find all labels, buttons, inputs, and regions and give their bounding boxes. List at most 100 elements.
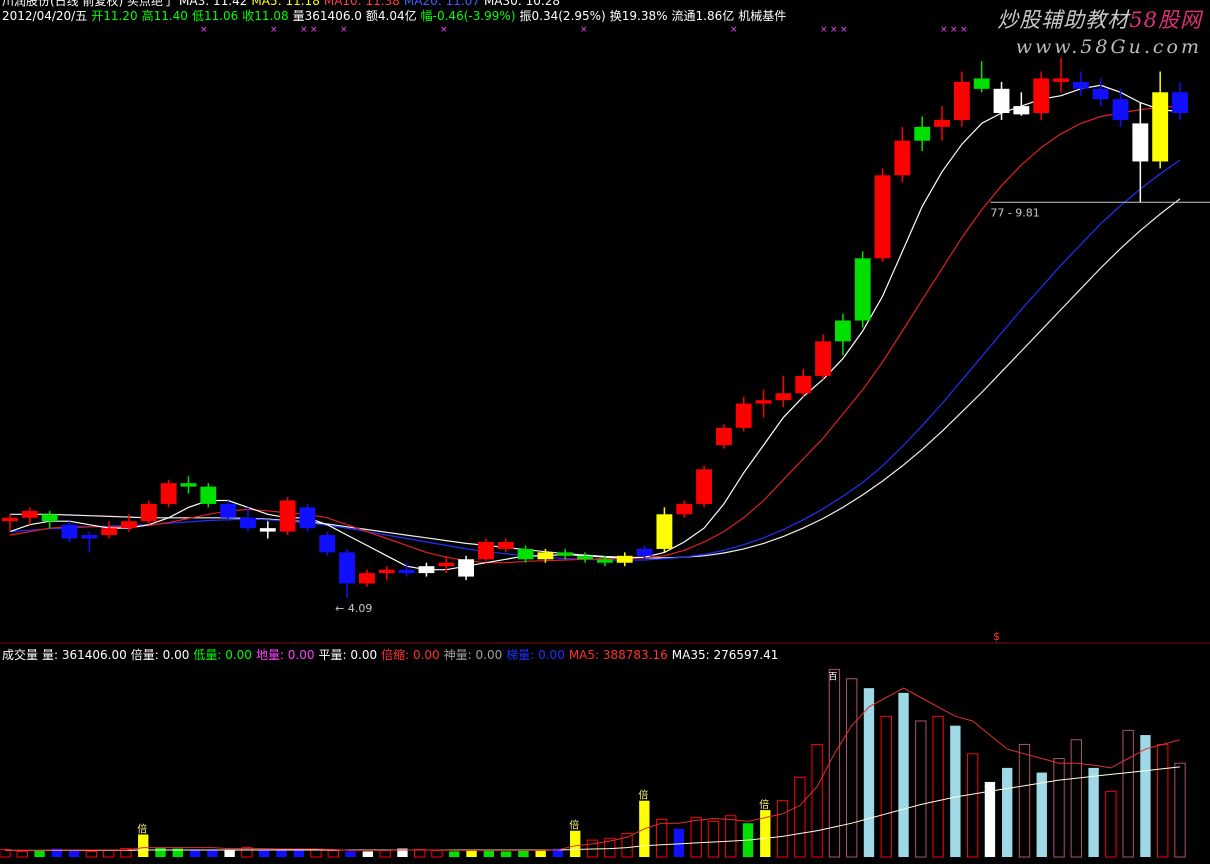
candle-body [616, 555, 633, 563]
quote-field-10: 流通1.86亿 [671, 9, 735, 23]
candle-body [81, 535, 98, 539]
candle-body [438, 562, 455, 567]
ma5-line [9, 84, 1181, 571]
signal-mark: × [940, 25, 948, 35]
volume-field-10: MA35: 276597.41 [671, 648, 779, 662]
candle-body [458, 559, 475, 577]
volume-field-3: 低量: 0.00 [193, 648, 252, 662]
volume-bar [310, 848, 322, 858]
candle-body [1053, 78, 1069, 82]
candle-body [41, 514, 58, 522]
volume-indicator-header: 成交量 量: 361406.00 倍量: 0.00 低量: 0.00 地量: 0.00 平… [2, 646, 782, 663]
candle-body [854, 258, 871, 321]
candle-body [755, 400, 772, 404]
quote-field-3: 低11.06 [191, 9, 239, 23]
signal-mark: × [580, 25, 588, 35]
volume-bar [483, 850, 495, 857]
ma-label-0: 川润股份(日线 前复权) 买点绝了 [2, 0, 175, 8]
ma30-line [10, 198, 1181, 559]
signal-mark: × [270, 25, 278, 35]
candle-body [220, 503, 237, 518]
watermark-url: www.58Gu.com [1015, 36, 1202, 58]
candle-body [299, 507, 316, 529]
candle-body [1172, 92, 1188, 114]
signal-mark: × [950, 25, 958, 35]
volume-bar [776, 800, 789, 858]
volume-bar [1174, 762, 1186, 858]
candle-body [1072, 81, 1089, 89]
volume-bar [966, 753, 979, 858]
candle-body [696, 469, 712, 504]
volume-bar [345, 851, 356, 857]
candle-body [894, 140, 911, 176]
candle-body [61, 524, 78, 539]
candle-body [715, 427, 732, 446]
candle-body [577, 555, 594, 560]
volume-bar [1070, 739, 1083, 858]
signal-mark: × [820, 25, 828, 35]
candle-body [1132, 123, 1149, 162]
volume-bar [655, 818, 668, 858]
signal-mark: × [960, 25, 968, 35]
chart-canvas[interactable]: 77 - 9.81← 4.09× × × × × × × × × × × × × ×倍 倍倍倍$百 [0, 0, 1210, 861]
watermark: 炒股辅助教材58股网 www.58Gu.com [997, 4, 1202, 58]
low-price-label: ← 4.09 [335, 602, 372, 615]
quote-field-11: 机械基件 [738, 9, 787, 23]
quote-field-4: 收11.08 [242, 9, 289, 23]
volume-field-4: 地量: 0.00 [255, 648, 315, 662]
quote-field-6: 额4.04亿 [365, 9, 417, 23]
volume-bar [155, 847, 166, 857]
candle-body [676, 503, 693, 515]
candle-body [1112, 99, 1129, 120]
candle-body [319, 535, 336, 553]
volume-field-8: 梯量: 0.00 [506, 648, 565, 662]
candle-body [359, 573, 375, 584]
volume-bar [16, 850, 28, 858]
volume-bar [68, 850, 80, 857]
volume-bar [1018, 743, 1031, 858]
volume-field-2: 倍量: 0.00 [130, 648, 190, 662]
candle-body [557, 552, 574, 556]
candle-body [934, 119, 950, 127]
volume-bar [707, 820, 720, 858]
double-volume-label: 倍 [569, 819, 579, 832]
volume-bar [138, 834, 149, 857]
double-volume-label: 倍 [759, 798, 769, 811]
signal-mark: × [200, 25, 208, 35]
volume-field-6: 倍缩: 0.00 [381, 648, 440, 662]
volume-bar [880, 715, 892, 858]
signal-mark: × [840, 25, 848, 35]
candle-body [180, 483, 197, 487]
volume-bar [1002, 767, 1013, 857]
volume-bar [1036, 772, 1047, 857]
watermark-text: 炒股辅助教材 [997, 8, 1130, 32]
ma10-line [9, 105, 1181, 564]
volume-bar [327, 849, 339, 858]
ma-label-3: MA10: 11.38 [323, 0, 400, 8]
volume-bar [915, 720, 927, 858]
volume-bar [898, 692, 909, 857]
ma-label-4: MA20: 11.07 [403, 0, 480, 8]
candle-body [735, 403, 752, 428]
candle-body [834, 320, 851, 342]
ma-label-1: MA3: 11.42 [179, 0, 248, 8]
volume-bar [673, 828, 685, 857]
volume-field-7: 神量: 0.00 [443, 648, 503, 662]
volume-bar [984, 781, 996, 857]
signal-mark: × [300, 25, 308, 35]
candle-body [140, 503, 157, 522]
signal-mark: × [340, 25, 348, 35]
quote-field-1: 开11.20 [91, 9, 138, 23]
volume-bar [950, 725, 961, 857]
volume-bar [34, 850, 45, 857]
volume-bar [189, 849, 201, 857]
volume-field-9: MA5: 388783.16 [568, 648, 668, 662]
candle-body [259, 528, 276, 532]
volume-field-0: 成交量 [2, 648, 39, 662]
chart-window: 77 - 9.81 ← 4.09 × × × × × × × × × × × × × × 倍倍倍倍 $ 百 [0, 0, 1210, 861]
volume-bar [690, 817, 702, 858]
ma20-line [9, 159, 1181, 561]
ma-label-5: MA30: 10.28 [483, 0, 560, 8]
signal-mark: × [440, 25, 448, 35]
price-reference-label: 77 - 9.81 [990, 206, 1039, 219]
